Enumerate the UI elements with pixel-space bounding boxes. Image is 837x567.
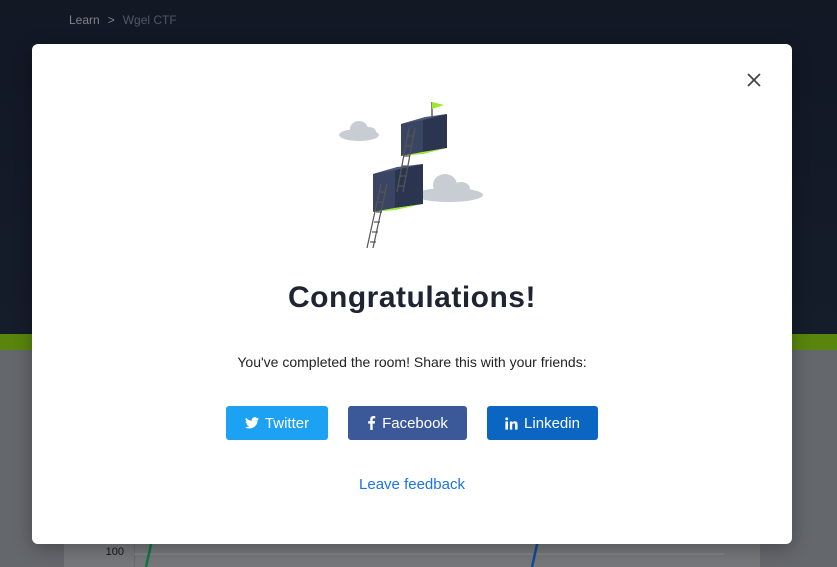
modal-subtitle: You've completed the room! Share this wi… bbox=[237, 354, 587, 370]
twitter-share-button[interactable]: Twitter bbox=[226, 406, 328, 440]
room-complete-illustration bbox=[339, 102, 483, 249]
leave-feedback-link[interactable]: Leave feedback bbox=[32, 476, 792, 493]
linkedin-label: Linkedin bbox=[524, 414, 580, 432]
close-icon[interactable] bbox=[744, 70, 764, 90]
twitter-label: Twitter bbox=[264, 414, 310, 432]
facebook-label: Facebook bbox=[382, 414, 448, 432]
facebook-share-button[interactable]: Facebook bbox=[348, 406, 467, 440]
linkedin-icon bbox=[505, 416, 518, 430]
facebook-icon bbox=[367, 416, 376, 430]
linkedin-share-button[interactable]: Linkedin bbox=[487, 406, 598, 440]
completion-modal: Congratulations! You've completed the ro… bbox=[32, 44, 792, 544]
modal-title: Congratulations! bbox=[288, 281, 536, 314]
share-buttons: Twitter Facebook Linkedin bbox=[32, 406, 792, 440]
twitter-icon bbox=[244, 417, 259, 429]
